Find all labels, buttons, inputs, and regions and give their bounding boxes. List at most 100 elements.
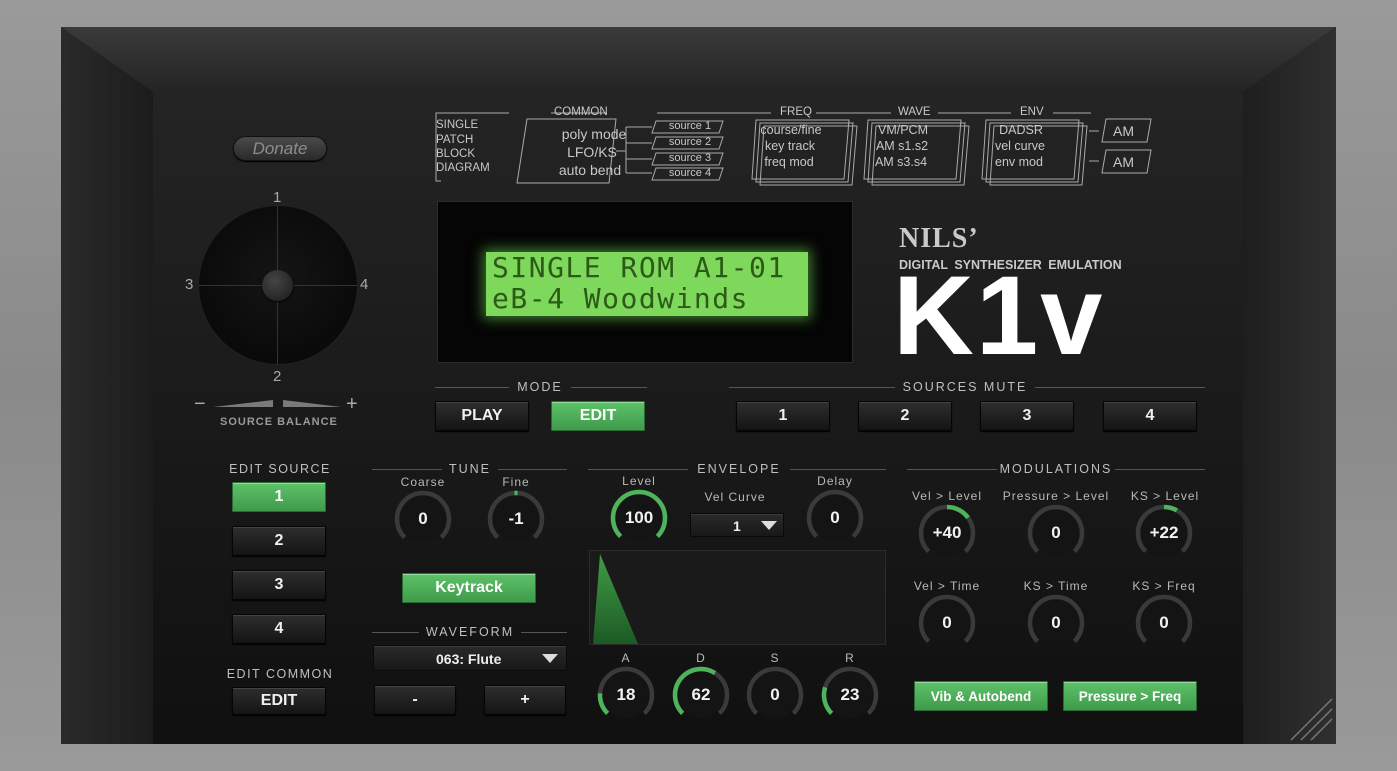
mute-source-3-button[interactable]: 3 xyxy=(980,401,1074,431)
modulations-rule-right xyxy=(1115,469,1205,470)
coarse-label: Coarse xyxy=(400,475,446,489)
vel-level-knob[interactable]: +40 xyxy=(917,503,977,563)
waveform-rule-left xyxy=(372,632,419,633)
vib-autobend-button[interactable]: Vib & Autobend xyxy=(914,681,1048,711)
mute-source-2-button[interactable]: 2 xyxy=(858,401,952,431)
edit-common-title: EDIT COMMON xyxy=(226,667,334,681)
env-release-knob[interactable]: 23 xyxy=(820,665,880,725)
edit-source-2-button[interactable]: 2 xyxy=(232,526,326,556)
diagram-wave-title: WAVE xyxy=(898,106,931,118)
env-decay-knob[interactable]: 62 xyxy=(671,665,731,725)
brand-maker: NILS’ xyxy=(899,223,979,254)
mute-rule-right xyxy=(1035,387,1205,388)
diagram-env-title: ENV xyxy=(1020,106,1044,118)
waveform-rule-right xyxy=(521,632,567,633)
mute-source-4-button[interactable]: 4 xyxy=(1103,401,1197,431)
mute-rule-left xyxy=(729,387,895,388)
envelope-rule-right xyxy=(790,469,886,470)
ks-level-value: +22 xyxy=(1149,523,1179,542)
env-delay-value: 0 xyxy=(830,508,840,527)
envelope-title: ENVELOPE xyxy=(697,462,781,476)
balance-plus: + xyxy=(346,393,358,415)
chevron-down-icon xyxy=(542,654,558,663)
diagram-freq-title: FREQ xyxy=(780,106,812,118)
ks-time-label: KS > Time xyxy=(1023,579,1089,593)
tune-rule-right xyxy=(498,469,567,470)
edit-source-4-button[interactable]: 4 xyxy=(232,614,326,644)
env-a-label: A xyxy=(621,651,631,665)
diagram-freq-line-3: freq mod xyxy=(764,155,814,169)
waveform-prev-button[interactable]: - xyxy=(374,685,456,715)
mute-source-1-button[interactable]: 1 xyxy=(736,401,830,431)
donate-button[interactable]: Donate xyxy=(233,136,327,161)
env-attack-knob[interactable]: 18 xyxy=(596,665,656,725)
ks-freq-value: 0 xyxy=(1159,613,1169,632)
diagram-freq-line-1: course/fine xyxy=(760,123,822,137)
joystick-label-bottom: 2 xyxy=(273,368,282,385)
env-decay-value: 62 xyxy=(691,685,711,704)
ks-freq-knob[interactable]: 0 xyxy=(1134,593,1194,653)
balance-slider-icon[interactable] xyxy=(211,398,343,412)
pressure-level-value: 0 xyxy=(1051,523,1061,542)
modulations-rule-left xyxy=(907,469,997,470)
vel-curve-label: Vel Curve xyxy=(704,490,766,504)
vel-curve-select[interactable]: 1 xyxy=(690,513,784,537)
coarse-knob[interactable]: 0 xyxy=(393,489,453,549)
mode-rule-left xyxy=(435,387,509,388)
pressure-freq-button[interactable]: Pressure > Freq xyxy=(1063,681,1197,711)
joystick-handle[interactable] xyxy=(262,270,293,301)
edit-common-button[interactable]: EDIT xyxy=(232,687,326,715)
mode-rule-right xyxy=(571,387,647,388)
ks-time-knob[interactable]: 0 xyxy=(1026,593,1086,653)
lcd-display: SINGLE ROM A1-01 eB-4 Woodwinds xyxy=(437,201,853,363)
edit-mode-button[interactable]: EDIT xyxy=(551,401,645,431)
pressure-level-label: Pressure > Level xyxy=(1002,489,1110,503)
source-balance-label: SOURCE BALANCE xyxy=(220,416,338,428)
fine-value: -1 xyxy=(508,509,524,528)
lcd-line-1: SINGLE ROM A1-01 xyxy=(492,251,786,284)
env-s-label: S xyxy=(770,651,780,665)
env-d-label: D xyxy=(696,651,706,665)
keytrack-button[interactable]: Keytrack xyxy=(402,573,536,603)
waveform-value: 063: Flute xyxy=(436,651,502,667)
lcd-line-2: eB-4 Woodwinds xyxy=(492,282,750,315)
vel-time-knob[interactable]: 0 xyxy=(917,593,977,653)
joystick-label-right: 4 xyxy=(360,276,369,293)
vel-level-label: Vel > Level xyxy=(911,489,983,503)
env-delay-knob[interactable]: 0 xyxy=(805,488,865,548)
brand-name: K1v xyxy=(893,253,1105,378)
env-sustain-knob[interactable]: 0 xyxy=(745,665,805,725)
joystick-label-top: 1 xyxy=(273,189,282,206)
fine-label: Fine xyxy=(502,475,530,489)
diagram-freq-line-2: key track xyxy=(764,139,815,153)
env-level-knob[interactable]: 100 xyxy=(609,488,669,548)
envelope-shape xyxy=(593,554,638,644)
waveform-select[interactable]: 063: Flute xyxy=(373,645,567,671)
diagram-title-line-2: PATCH xyxy=(436,134,474,146)
diagram-title-line-3: BLOCK xyxy=(436,148,475,160)
diagram-source-2: source 2 xyxy=(668,136,712,148)
diagram-wave-line-2: AM s1.s2 xyxy=(875,139,929,153)
fine-knob[interactable]: -1 xyxy=(486,489,546,549)
env-level-value: 100 xyxy=(624,508,654,527)
vel-time-value: 0 xyxy=(942,613,952,632)
ks-time-value: 0 xyxy=(1051,613,1061,632)
env-sustain-value: 0 xyxy=(770,685,780,704)
diagram-title-line-4: DIAGRAM xyxy=(436,162,490,174)
env-delay-label: Delay xyxy=(817,474,853,488)
tune-rule-left xyxy=(372,469,442,470)
envelope-graph xyxy=(589,550,886,645)
envelope-rule-left xyxy=(588,469,688,470)
edit-source-1-button[interactable]: 1 xyxy=(232,482,326,512)
waveform-title: WAVEFORM xyxy=(425,625,515,639)
diagram-env-line-1: DADSR xyxy=(999,123,1043,137)
play-button[interactable]: PLAY xyxy=(435,401,529,431)
edit-source-3-button[interactable]: 3 xyxy=(232,570,326,600)
modulations-title: MODULATIONS xyxy=(999,462,1113,476)
env-release-value: 23 xyxy=(840,685,860,704)
lcd-screen: SINGLE ROM A1-01 eB-4 Woodwinds xyxy=(486,252,808,316)
tune-title: TUNE xyxy=(448,462,492,476)
pressure-level-knob[interactable]: 0 xyxy=(1026,503,1086,563)
ks-level-knob[interactable]: +22 xyxy=(1134,503,1194,563)
waveform-next-button[interactable]: + xyxy=(484,685,566,715)
